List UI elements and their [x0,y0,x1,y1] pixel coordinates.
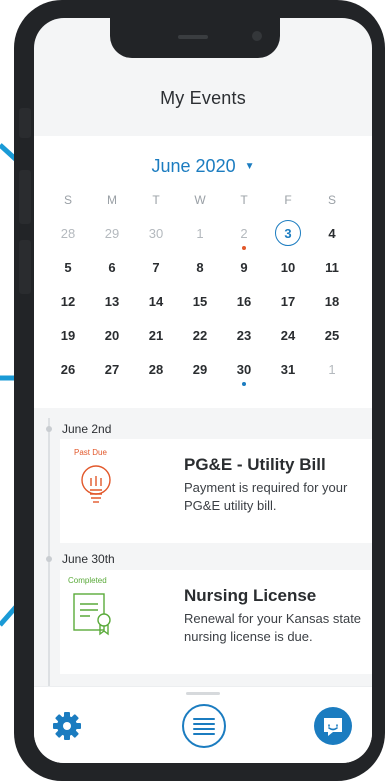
calendar-day[interactable]: 13 [94,290,130,314]
event-card-nursing-license[interactable]: Completed Nursing License Renewal for yo… [60,570,372,674]
calendar-day[interactable]: 12 [50,290,86,314]
calendar-day[interactable]: 4 [314,222,350,246]
calendar-day[interactable]: 25 [314,324,350,348]
event-indicator-dot [242,382,246,386]
calendar-day[interactable]: 5 [50,256,86,280]
calendar-day[interactable]: 20 [94,324,130,348]
calendar-day[interactable]: 23 [226,324,262,348]
calendar-day[interactable]: 28 [50,222,86,246]
certificate-icon [72,592,116,641]
calendar-day[interactable]: 19 [50,324,86,348]
calendar-day[interactable]: 30 [226,358,262,386]
bottom-toolbar [34,686,372,763]
calendar-day[interactable]: 27 [94,358,130,382]
calendar-day[interactable]: 17 [270,290,306,314]
calendar-day[interactable]: 6 [94,256,130,280]
speaker [178,35,208,39]
timeline-line [48,418,50,718]
calendar-day[interactable]: 14 [138,290,174,314]
phone-mute-switch [19,108,31,138]
calendar-day[interactable]: 8 [182,256,218,280]
lightbulb-icon [78,463,114,512]
calendar-day[interactable]: 22 [182,324,218,348]
app-screen: My Events June 2020 ▼ S M T W T F S 28 29 30 1 2 3 4 5… [34,18,372,763]
event-description: Payment is required for your PG&E utilit… [184,480,348,513]
calendar-day[interactable]: 18 [314,290,350,314]
drag-handle[interactable] [186,692,220,695]
weekday-label: M [107,193,117,207]
event-date: June 2nd [62,422,112,436]
calendar-day[interactable]: 2 [226,222,262,250]
calendar-day[interactable]: 3 [270,220,306,246]
calendar-day[interactable]: 31 [270,358,306,382]
phone-volume-down [19,240,31,294]
page-title: My Events [160,88,246,108]
gear-icon[interactable] [52,711,82,741]
event-title: PG&E - Utility Bill [184,455,326,474]
weekday-label: S [327,193,336,207]
weekday-label: T [152,193,160,207]
calendar-day[interactable]: 16 [226,290,262,314]
timeline-dot [46,426,52,432]
calendar-day[interactable]: 11 [314,256,350,280]
event-indicator-dot [242,246,246,250]
event-card-utility-bill[interactable]: Past Due PG&E - Utility Bill Payment is … [60,439,372,543]
weekday-label: S [63,193,72,207]
month-selector[interactable]: June 2020 ▼ [34,156,372,177]
weekday-label: W [194,193,206,207]
calendar-day[interactable]: 24 [270,324,306,348]
calendar-day[interactable]: 1 [182,222,218,246]
weekday-label: F [284,193,292,207]
calendar: June 2020 ▼ S M T W T F S 28 29 30 1 2 3 4 5 6 7 8 9 10 11 12… [34,136,372,408]
phone-notch [110,18,280,58]
status-badge: Completed [68,576,107,585]
calendar-day[interactable]: 21 [138,324,174,348]
calendar-day[interactable]: 30 [138,222,174,246]
calendar-day[interactable]: 7 [138,256,174,280]
calendar-day[interactable]: 15 [182,290,218,314]
calendar-day[interactable]: 10 [270,256,306,280]
month-label: June [151,156,191,176]
weekday-label: T [240,193,248,207]
calendar-day[interactable]: 26 [50,358,86,382]
timeline-dot [46,556,52,562]
camera [252,31,262,41]
calendar-day[interactable]: 1 [314,358,350,382]
caret-down-icon: ▼ [244,161,255,172]
event-description: Renewal for your Kansas state nursing li… [184,611,362,644]
calendar-day[interactable]: 28 [138,358,174,382]
calendar-day[interactable]: 29 [182,358,218,382]
chat-icon[interactable] [313,706,353,746]
phone-volume-up [19,170,31,224]
menu-icon[interactable] [181,703,227,749]
status-badge: Past Due [74,448,107,457]
event-date: June 30th [62,552,115,566]
calendar-day[interactable]: 9 [226,256,262,280]
event-title: Nursing License [184,586,317,605]
year-label: 2020 [195,156,236,176]
calendar-day[interactable]: 29 [94,222,130,246]
